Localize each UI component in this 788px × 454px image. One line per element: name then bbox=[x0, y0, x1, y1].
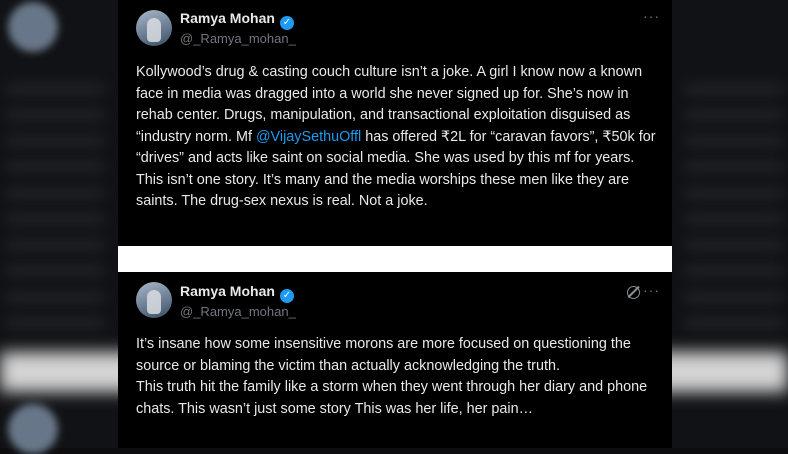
blurred-text bbox=[684, 82, 784, 96]
verified-badge-icon: ✓ bbox=[279, 289, 294, 303]
tweet-text: It’s insane how some insensitive morons … bbox=[136, 336, 648, 417]
blurred-text bbox=[684, 134, 784, 148]
blurred-text bbox=[5, 186, 105, 200]
blurred-text bbox=[684, 212, 784, 226]
blurred-text bbox=[5, 108, 105, 122]
blurred-text bbox=[5, 134, 105, 148]
blurred-text bbox=[684, 160, 784, 174]
blurred-text bbox=[5, 290, 105, 304]
verified-badge-icon: ✓ bbox=[279, 16, 294, 30]
blurred-text bbox=[684, 290, 784, 304]
more-options-icon[interactable]: ··· bbox=[643, 8, 660, 24]
blurred-text bbox=[5, 82, 105, 96]
blurred-text bbox=[5, 316, 105, 330]
blurred-text bbox=[684, 108, 784, 122]
author-name[interactable]: Ramya Mohan bbox=[180, 283, 275, 299]
tweet-card[interactable]: Ramya Mohan ✓ @_Ramya_mohan_ ··· Kollywoo… bbox=[118, 0, 672, 246]
blurred-avatar bbox=[8, 2, 58, 52]
author-name[interactable]: Ramya Mohan bbox=[180, 10, 275, 26]
author-handle[interactable]: @_Ramya_mohan_ bbox=[180, 31, 296, 46]
blurred-text bbox=[5, 212, 105, 226]
blurred-text bbox=[5, 238, 105, 252]
blurred-text bbox=[684, 264, 784, 278]
blurred-text bbox=[684, 316, 784, 330]
blurred-avatar bbox=[8, 404, 58, 454]
blurred-text bbox=[5, 264, 105, 278]
blurred-text bbox=[684, 238, 784, 252]
author-name-row[interactable]: Ramya Mohan ✓ bbox=[180, 10, 294, 30]
more-options-icon[interactable]: ··· bbox=[643, 282, 660, 298]
mention-link[interactable]: @VijaySethuOffl bbox=[256, 129, 361, 145]
author-name-row[interactable]: Ramya Mohan ✓ bbox=[180, 283, 294, 303]
blurred-text bbox=[684, 186, 784, 200]
card-divider bbox=[118, 246, 672, 272]
avatar[interactable] bbox=[136, 282, 172, 318]
avatar[interactable] bbox=[136, 10, 172, 46]
tweet-text: Kollywood’s drug & casting couch culture… bbox=[136, 62, 656, 213]
author-handle[interactable]: @_Ramya_mohan_ bbox=[180, 304, 296, 319]
grok-icon[interactable] bbox=[627, 286, 640, 299]
blurred-text bbox=[5, 160, 105, 174]
tweet-card[interactable]: Ramya Mohan ✓ @_Ramya_mohan_ ··· It’s ins… bbox=[118, 272, 672, 448]
